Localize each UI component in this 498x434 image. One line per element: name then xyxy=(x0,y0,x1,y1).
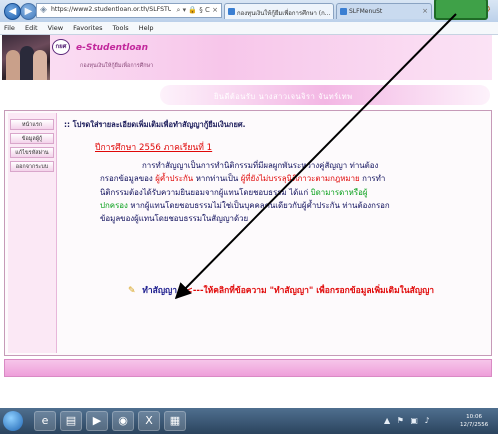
notice-text-4: หากผู้แทนโดยชอบธรรมไม่ใช่เป็นบุคคลคนเดีย… xyxy=(100,200,390,224)
tab-studentloan[interactable]: กองทุนเงินให้กู้ยืมเพื่อการศึกษา (ก... xyxy=(224,3,334,19)
browser-titlebar: ◀ ▶ ◈ https://www2.studentloan.or.th/SLF… xyxy=(0,0,498,22)
menubar: File Edit View Favorites Tools Help xyxy=(0,22,498,35)
address-url[interactable]: https://www2.studentloan.or.th/SLFSTUDEN… xyxy=(51,6,171,13)
annotation-box xyxy=(434,0,488,20)
menu-edit[interactable]: Edit xyxy=(25,24,38,32)
brand-subtitle: กองทุนเงินให้กู้ยืมเพื่อการศึกษา xyxy=(80,63,154,69)
tab-label: SLFMenuSt xyxy=(349,8,383,15)
page-content: กยศ e-Studentloan กองทุนเงินให้กู้ยืมเพื… xyxy=(0,35,498,407)
clock-time: 10:06 xyxy=(466,414,483,420)
sidebar: หน้าแรก ข้อมูลผู้กู้ แก้ไขรหัสผ่าน ออกจา… xyxy=(8,113,57,353)
close-icon[interactable]: × xyxy=(422,7,428,15)
ie-tab-icon xyxy=(228,8,235,15)
sidebar-item-logout[interactable]: ออกจากระบบ xyxy=(10,161,54,172)
footer-bar xyxy=(4,359,492,377)
notice-guarantor: ผู้ค้ำประกัน xyxy=(155,174,194,184)
forward-arrow-icon[interactable]: ▶ xyxy=(20,3,37,20)
pencil-icon: ✎ xyxy=(128,286,136,296)
tab-label: กองทุนเงินให้กู้ยืมเพื่อการศึกษา (ก... xyxy=(237,10,331,17)
chrome-icon[interactable]: ◉ xyxy=(112,411,134,431)
make-contract-link[interactable]: ทำสัญญา xyxy=(142,286,177,296)
clock[interactable]: 10:06 12/7/2556 xyxy=(460,413,488,429)
brand-name: e-Studentloan xyxy=(76,43,149,53)
content-frame xyxy=(4,110,492,356)
back-arrow-icon[interactable]: ◀ xyxy=(4,3,21,20)
notice-heading: :: โปรดใส่รายละเอียดเพิ่มเติมเพื่อทำสัญญ… xyxy=(64,120,246,129)
welcome-title: ยินดีต้อนรับ นางสาวเจนจิรา จันทร์เทพ xyxy=(214,92,353,101)
system-tray-icons[interactable]: ▲ ⚑ ▣ ♪ xyxy=(384,416,432,425)
menu-view[interactable]: View xyxy=(48,24,63,32)
sidebar-item-borrower-info[interactable]: ข้อมูลผู้กู้ xyxy=(10,133,54,144)
taskbar: e ▤ ▶ ◉ X ▦ ▲ ⚑ ▣ ♪ 10:06 12/7/2556 xyxy=(0,408,498,434)
excel-icon[interactable]: X xyxy=(138,411,160,431)
ie-icon[interactable]: e xyxy=(34,411,56,431)
notice-minor: ผู้ที่ยังไม่บรรลุนิติภาวะตามกฎหมาย xyxy=(240,174,360,184)
tab-slfmenust[interactable]: SLFMenuSt × xyxy=(336,3,432,19)
menu-help[interactable]: Help xyxy=(139,24,154,32)
address-bar[interactable]: ◈ https://www2.studentloan.or.th/SLFSTUD… xyxy=(36,3,222,18)
document-icon[interactable]: ▦ xyxy=(164,411,186,431)
contract-row: ✎ ทำสัญญา <---ให้คลิกที่ข้อความ "ทำสัญญา… xyxy=(128,283,434,297)
ie-tab-icon xyxy=(340,8,347,15)
menu-tools[interactable]: Tools xyxy=(113,24,129,32)
menu-file[interactable]: File xyxy=(4,24,15,32)
sidebar-item-home[interactable]: หน้าแรก xyxy=(10,119,54,130)
academic-year: ปีการศึกษา 2556 ภาคเรียนที่ 1 xyxy=(95,143,213,153)
students-photo xyxy=(2,35,50,80)
clock-date: 12/7/2556 xyxy=(460,422,489,428)
address-controls[interactable]: ⌕ ▾ 🔒 § C × xyxy=(176,6,218,15)
slf-logo: กยศ xyxy=(52,39,70,55)
menu-favorites[interactable]: Favorites xyxy=(73,24,102,32)
notice-text-2: หากท่านเป็น xyxy=(193,174,241,184)
media-player-icon[interactable]: ▶ xyxy=(86,411,108,431)
folder-icon[interactable]: ▤ xyxy=(60,411,82,431)
site-banner xyxy=(2,35,492,80)
start-button[interactable] xyxy=(3,411,23,431)
page-icon: ◈ xyxy=(40,5,47,15)
sidebar-item-change-password[interactable]: แก้ไขรหัสผ่าน xyxy=(10,147,54,158)
contract-hint: <---ให้คลิกที่ข้อความ "ทำสัญญา" เพื่อกรอ… xyxy=(185,286,435,296)
notice-paragraph: การทำสัญญาเป็นการทำนิติกรรมที่มีผลผูกพัน… xyxy=(100,159,390,225)
